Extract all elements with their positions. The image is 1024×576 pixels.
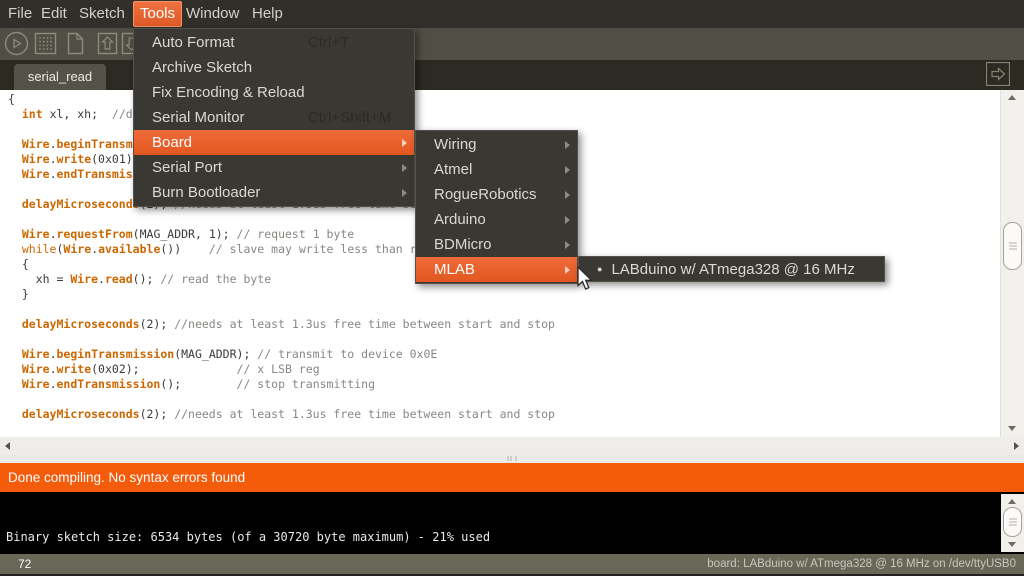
line-number: 72 bbox=[18, 554, 31, 574]
menu-item-arduino[interactable]: Arduino bbox=[416, 207, 577, 232]
board-info: board: LABduino w/ ATmega328 @ 16 MHz on… bbox=[707, 554, 1016, 574]
menu-item-label: LABduino w/ ATmega328 @ 16 MHz bbox=[611, 261, 854, 278]
scroll-left-icon[interactable] bbox=[5, 442, 10, 450]
menubar-item-tools[interactable]: Tools bbox=[133, 1, 182, 27]
menu-item-label: Arduino bbox=[434, 211, 486, 228]
menu-item-bdmicro[interactable]: BDMicro bbox=[416, 232, 577, 257]
submenu-arrow-icon bbox=[402, 139, 407, 147]
menu-item-label: Wiring bbox=[434, 136, 477, 153]
splitter-grip-icon bbox=[508, 456, 517, 461]
menu-item-label: Archive Sketch bbox=[152, 59, 252, 76]
scroll-up-icon[interactable] bbox=[1008, 499, 1016, 504]
menu-item-roguerobotics[interactable]: RogueRobotics bbox=[416, 182, 577, 207]
code-line: Wire.beginTransmission(MAG_ADDR); // tra… bbox=[8, 347, 555, 362]
code-line bbox=[8, 332, 555, 347]
verify-button[interactable] bbox=[4, 31, 29, 56]
menu-item-label: RogueRobotics bbox=[434, 186, 537, 203]
console-message: Binary sketch size: 6534 bytes (of a 307… bbox=[6, 530, 490, 544]
menu-shortcut: Ctrl+Shift+M bbox=[308, 109, 391, 126]
menu-item-fix-encoding-reload[interactable]: Fix Encoding & Reload bbox=[134, 80, 414, 105]
mouse-cursor bbox=[576, 266, 596, 292]
scrollbar-thumb[interactable] bbox=[1003, 507, 1022, 537]
menu-item-wiring[interactable]: Wiring bbox=[416, 132, 577, 157]
menu-item-label: Serial Monitor bbox=[152, 109, 245, 126]
submenu-arrow-icon bbox=[565, 166, 570, 174]
code-line: } bbox=[8, 287, 555, 302]
editor-vertical-scrollbar[interactable] bbox=[1000, 90, 1024, 437]
submenu-arrow-icon bbox=[565, 266, 570, 274]
menu-item-label: Auto Format bbox=[152, 34, 235, 51]
submenu-arrow-icon bbox=[402, 189, 407, 197]
menu-item-burn-bootloader[interactable]: Burn Bootloader bbox=[134, 180, 414, 205]
selected-bullet-icon: ● bbox=[597, 264, 602, 274]
splitter-handle[interactable] bbox=[0, 455, 1024, 463]
menubar-item-window[interactable]: Window bbox=[186, 0, 239, 28]
status-message: Done compiling. No syntax errors found bbox=[8, 470, 245, 485]
verify-icon bbox=[4, 31, 29, 56]
submenu-arrow-icon bbox=[565, 191, 570, 199]
menu-item-auto-format[interactable]: Auto Format Ctrl+T bbox=[134, 30, 414, 55]
menu-item-label: BDMicro bbox=[434, 236, 492, 253]
menu-item-serial-monitor[interactable]: Serial Monitor Ctrl+Shift+M bbox=[134, 105, 414, 130]
scroll-up-icon[interactable] bbox=[1008, 95, 1016, 100]
scroll-down-icon[interactable] bbox=[1008, 542, 1016, 547]
thumb-grip-icon bbox=[1009, 519, 1017, 526]
menubar-item-file[interactable]: File bbox=[8, 0, 32, 28]
menu-shortcut: Ctrl+T bbox=[308, 34, 349, 51]
scroll-down-icon[interactable] bbox=[1008, 426, 1016, 431]
menu-item-archive-sketch[interactable]: Archive Sketch bbox=[134, 55, 414, 80]
mlab-submenu: ● LABduino w/ ATmega328 @ 16 MHz bbox=[578, 256, 885, 282]
menubar-item-edit[interactable]: Edit bbox=[41, 0, 67, 28]
tools-menu: Auto Format Ctrl+T Archive Sketch Fix Encod… bbox=[133, 28, 415, 207]
status-bar: Done compiling. No syntax errors found bbox=[0, 463, 1024, 492]
serial-monitor-icon bbox=[986, 62, 1010, 86]
menu-item-atmel[interactable]: Atmel bbox=[416, 157, 577, 182]
console-vertical-scrollbar[interactable] bbox=[1001, 494, 1024, 552]
code-line: Wire.write(0x02); // x LSB reg bbox=[8, 362, 555, 377]
scrollbar-thumb[interactable] bbox=[1003, 222, 1022, 270]
menu-item-serial-port[interactable]: Serial Port bbox=[134, 155, 414, 180]
code-line bbox=[8, 302, 555, 317]
new-file-icon bbox=[62, 31, 87, 56]
upload-arrow-icon bbox=[95, 31, 120, 56]
scroll-right-icon[interactable] bbox=[1014, 442, 1019, 450]
menu-item-label: Burn Bootloader bbox=[152, 184, 260, 201]
tab-serial-read[interactable]: serial_read bbox=[14, 64, 106, 90]
menu-item-labduino[interactable]: ● LABduino w/ ATmega328 @ 16 MHz bbox=[579, 258, 884, 280]
menu-item-label: Atmel bbox=[434, 161, 472, 178]
code-line: Wire.endTransmission(); // stop transmit… bbox=[8, 377, 555, 392]
code-line: delayMicroseconds(2); //needs at least 1… bbox=[8, 317, 555, 332]
editor-horizontal-scrollbar[interactable] bbox=[0, 437, 1024, 455]
menu-item-board[interactable]: Board bbox=[134, 130, 414, 155]
stop-button[interactable] bbox=[33, 31, 58, 56]
new-sketch-button[interactable] bbox=[62, 31, 87, 56]
console-output: Binary sketch size: 6534 bytes (of a 307… bbox=[0, 492, 1024, 554]
serial-monitor-button[interactable] bbox=[986, 62, 1010, 86]
stop-icon bbox=[33, 31, 58, 56]
code-line: delayMicroseconds(2); //needs at least 1… bbox=[8, 407, 555, 422]
board-submenu: Wiring Atmel RogueRobotics Arduino BDMicro ML… bbox=[415, 130, 578, 284]
menu-item-label: Fix Encoding & Reload bbox=[152, 84, 305, 101]
open-sketch-button[interactable] bbox=[95, 31, 120, 56]
code-line bbox=[8, 392, 555, 407]
menu-item-mlab[interactable]: MLAB bbox=[416, 257, 577, 282]
submenu-arrow-icon bbox=[565, 216, 570, 224]
menubar-item-sketch[interactable]: Sketch bbox=[79, 0, 125, 28]
menu-item-label: Board bbox=[152, 134, 192, 151]
menu-item-label: Serial Port bbox=[152, 159, 222, 176]
menubar: File Edit Sketch ToolsWindow Help bbox=[0, 0, 1024, 28]
submenu-arrow-icon bbox=[402, 164, 407, 172]
submenu-arrow-icon bbox=[565, 241, 570, 249]
submenu-arrow-icon bbox=[565, 141, 570, 149]
tab-label: serial_read bbox=[28, 69, 92, 84]
menu-item-label: MLAB bbox=[434, 261, 475, 278]
menubar-item-help[interactable]: Help bbox=[252, 0, 283, 28]
arduino-ide-window: File Edit Sketch ToolsWindow Help bbox=[0, 0, 1024, 576]
thumb-grip-icon bbox=[1009, 243, 1017, 250]
footer-status-strip: 72 board: LABduino w/ ATmega328 @ 16 MHz… bbox=[0, 554, 1024, 576]
